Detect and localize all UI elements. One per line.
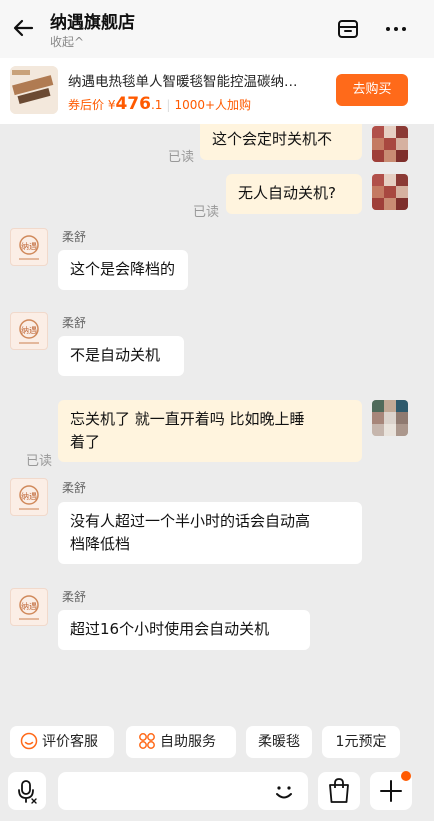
collapse-toggle[interactable]: 收起^ xyxy=(50,33,84,50)
price-prefix: 券后价 ¥ xyxy=(68,98,116,112)
svg-text:纳遇: 纳遇 xyxy=(21,491,37,501)
user-avatar[interactable] xyxy=(372,174,408,210)
voice-button[interactable] xyxy=(8,772,46,810)
quick-action-product[interactable]: 柔暖毯 xyxy=(246,726,312,758)
shop-name[interactable]: 纳遇旗舰店 xyxy=(50,8,135,33)
back-arrow-icon[interactable] xyxy=(10,14,38,42)
sender-name: 柔舒 xyxy=(62,230,87,244)
agent-avatar[interactable]: 纳遇 xyxy=(10,312,48,350)
product-title[interactable]: 纳遇电热毯单人智暖毯智能控温碳纳… xyxy=(68,70,326,90)
more-icon[interactable] xyxy=(384,17,408,41)
message-text-line: 档降低档 xyxy=(70,535,131,553)
user-avatar[interactable] xyxy=(372,400,408,436)
price-integer: 476 xyxy=(115,94,151,114)
product-card[interactable]: 纳遇电热毯单人智暖毯智能控温碳纳… 券后价 ¥476.1 | 1000+人加购 去购… xyxy=(0,58,434,124)
sender-name: 柔舒 xyxy=(62,316,87,330)
message-text: 超过16个小时使用会自动关机 xyxy=(70,620,270,638)
message-bubble-agent[interactable]: 不是自动关机 xyxy=(58,336,184,376)
input-bar xyxy=(0,766,434,821)
message-bubble-self[interactable]: 无人自动关机? xyxy=(226,174,362,214)
agent-avatar[interactable]: 纳遇 xyxy=(10,228,48,266)
quick-action-rate[interactable]: 评价客服 xyxy=(10,726,114,758)
emoji-icon[interactable] xyxy=(270,778,298,806)
shopping-bag-icon xyxy=(329,778,349,803)
message-text: 不是自动关机 xyxy=(70,346,161,364)
sender-name: 柔舒 xyxy=(62,481,87,495)
message-text-line: 着了 xyxy=(70,433,101,451)
quick-action-label: 柔暖毯 xyxy=(258,734,300,750)
message-text: 这个会定时关机不 xyxy=(212,130,333,148)
message-text: 无人自动关机? xyxy=(238,184,336,202)
price-decimal: .1 xyxy=(150,98,163,112)
svg-text:纳遇: 纳遇 xyxy=(21,601,37,611)
message-bubble-agent[interactable]: 超过16个小时使用会自动关机 xyxy=(58,610,310,650)
quick-action-label: 自助服务 xyxy=(160,734,216,750)
read-receipt: 已读 xyxy=(168,150,195,165)
product-thumbnail[interactable] xyxy=(10,66,58,114)
chat-header: 纳遇旗舰店 收起^ xyxy=(0,0,434,58)
svg-text:纳遇: 纳遇 xyxy=(21,241,37,251)
user-avatar[interactable] xyxy=(372,126,408,162)
quick-action-self-service[interactable]: 自助服务 xyxy=(126,726,236,758)
message-bubble-self[interactable]: 这个会定时关机不 xyxy=(200,124,362,160)
message-bubble-agent[interactable]: 没有人超过一个半小时的话会自动高 档降低档 xyxy=(58,502,362,564)
chat-area[interactable]: 已读 这个会定时关机不 已读 无人自动关机? 纳遇 柔舒 这个是会降档的 纳遇 … xyxy=(0,124,434,720)
message-text-line: 忘关机了 就一直开着吗 比如晚上睡 xyxy=(70,410,305,428)
quick-action-label: 评价客服 xyxy=(42,734,98,750)
grid-icon xyxy=(139,733,155,749)
message-text: 这个是会降档的 xyxy=(70,260,176,278)
product-price-row: 券后价 ¥476.1 | 1000+人加购 xyxy=(68,94,251,114)
quick-action-reserve[interactable]: 1元预定 xyxy=(322,726,400,758)
agent-avatar[interactable]: 纳遇 xyxy=(10,588,48,626)
message-bubble-agent[interactable]: 这个是会降档的 xyxy=(58,250,188,290)
microphone-icon xyxy=(18,780,37,804)
message-text-line: 没有人超过一个半小时的话会自动高 xyxy=(70,512,311,530)
shopping-bag-button[interactable] xyxy=(318,772,360,810)
sender-name: 柔舒 xyxy=(62,590,87,604)
buy-button[interactable]: 去购买 xyxy=(336,74,408,106)
read-receipt: 已读 xyxy=(193,205,220,220)
quick-action-label: 1元预定 xyxy=(335,734,387,750)
agent-avatar[interactable]: 纳遇 xyxy=(10,478,48,516)
message-bubble-self[interactable]: 忘关机了 就一直开着吗 比如晚上睡 着了 xyxy=(58,400,362,462)
divider: | xyxy=(166,98,171,112)
svg-text:纳遇: 纳遇 xyxy=(21,325,37,335)
smile-icon xyxy=(20,732,38,750)
buyers-count: 1000+人加购 xyxy=(174,98,252,112)
notification-dot xyxy=(401,771,411,781)
store-icon[interactable] xyxy=(336,17,360,41)
read-receipt: 已读 xyxy=(26,454,53,469)
